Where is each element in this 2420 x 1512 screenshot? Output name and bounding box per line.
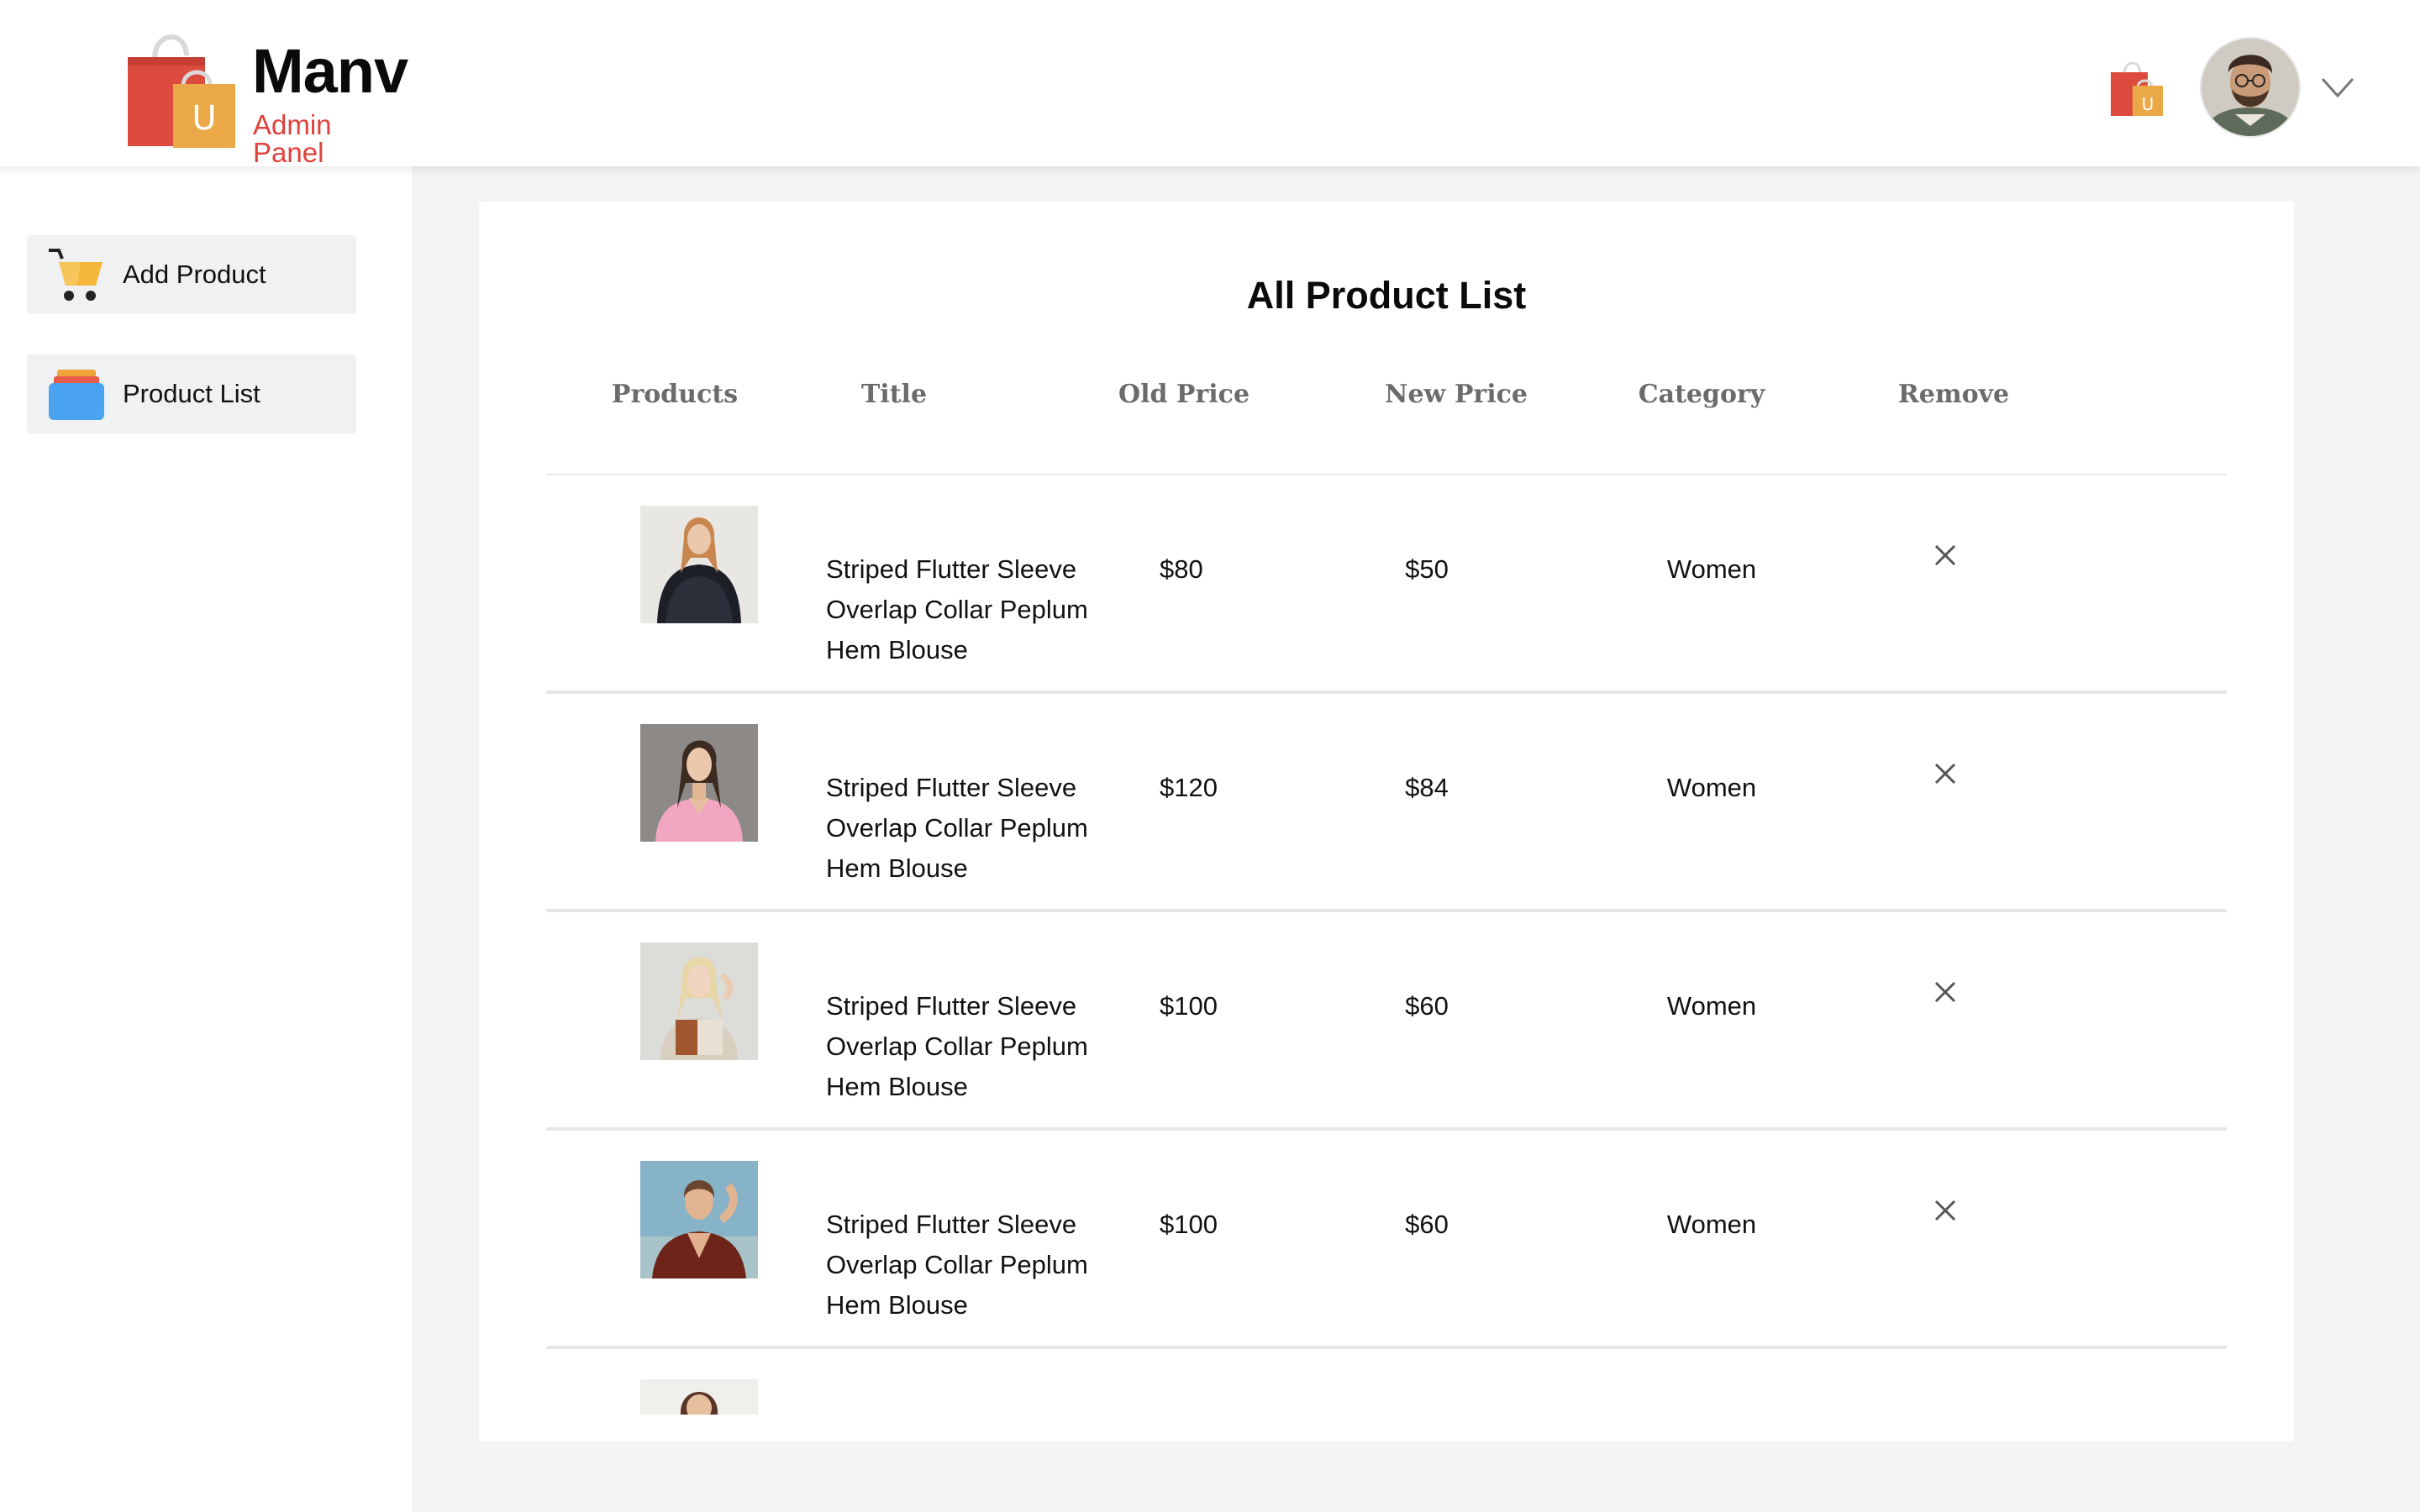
cart-icon [49, 249, 103, 301]
product-title: Striped Flutter Sleeve Overlap Collar Pe… [826, 991, 1088, 1101]
old-price: $100 [1160, 1210, 1218, 1239]
logo-letter: U [192, 99, 216, 138]
close-icon[interactable] [1933, 1198, 1958, 1223]
column-header-old-price: Old Price [1118, 380, 1250, 409]
top-navbar: U Manv Admin Panel U [0, 0, 2420, 166]
old-price: $80 [1160, 554, 1203, 584]
chevron-down-icon[interactable] [2319, 72, 2356, 102]
brand-subtitle: Admin Panel [253, 109, 332, 168]
table-row: Striped Flutter Sleeve Overlap Collar Pe… [546, 475, 2227, 694]
shopping-bag-icon: U [128, 34, 235, 148]
sidebar-item-product-list[interactable]: Product List [27, 354, 356, 433]
product-image[interactable] [640, 942, 758, 1060]
sidebar-item-label: Product List [123, 379, 260, 408]
avatar[interactable] [2202, 39, 2299, 136]
product-title: Striped Flutter Sleeve Overlap Collar Pe… [826, 554, 1088, 664]
page-title: All Product List [1246, 274, 1527, 317]
new-price: $60 [1405, 991, 1449, 1021]
column-header-products: Products [611, 380, 739, 409]
column-header-category: Category [1638, 380, 1765, 409]
brand-name: Manv [252, 36, 408, 106]
product-list-panel: All Product List Products Title Old Pric… [479, 202, 2294, 1441]
product-image[interactable] [640, 1379, 758, 1415]
table-row: Striped Flutter Sleeve Overlap Collar Pe… [546, 912, 2227, 1131]
category: Women [1666, 991, 1757, 1021]
sidebar: Add Product Product List [0, 166, 412, 1512]
column-header-remove: Remove [1897, 380, 2010, 409]
shopping-bag-icon[interactable]: U [2109, 57, 2165, 118]
category: Women [1666, 1210, 1757, 1239]
column-header-title: Title [860, 380, 928, 409]
new-price: $84 [1405, 773, 1449, 802]
category: Women [1666, 554, 1757, 584]
product-title: Striped Flutter Sleeve Overlap Collar Pe… [826, 773, 1088, 883]
old-price: $120 [1160, 773, 1218, 802]
close-icon[interactable] [1933, 543, 1958, 568]
product-title: Striped Flutter Sleeve Overlap Collar Pe… [826, 1210, 1088, 1320]
user-avatar-image [2202, 39, 2299, 136]
close-icon[interactable] [1933, 761, 1958, 786]
table-row: Striped Flutter Sleeve Overlap Collar Pe… [546, 1131, 2227, 1349]
new-price: $60 [1405, 1210, 1449, 1239]
product-image[interactable] [640, 506, 758, 623]
close-icon[interactable] [1933, 979, 1958, 1005]
svg-text:U: U [2142, 94, 2154, 114]
old-price: $100 [1160, 991, 1218, 1021]
table-row: Striped Flutter Sleeve Overlap Collar Pe… [546, 694, 2227, 912]
brand[interactable]: U Manv Admin Panel [124, 24, 410, 166]
product-image[interactable] [640, 724, 758, 842]
sidebar-item-add-product[interactable]: Add Product [27, 235, 356, 314]
product-image[interactable] [640, 1161, 758, 1278]
new-price: $50 [1405, 554, 1449, 584]
category: Women [1666, 773, 1757, 802]
table-row [546, 1349, 2227, 1416]
sidebar-item-label: Add Product [123, 260, 266, 289]
list-icon [49, 370, 104, 420]
table-header: Products Title Old Price New Price Categ… [546, 380, 2227, 475]
column-header-new-price: New Price [1385, 380, 1528, 409]
